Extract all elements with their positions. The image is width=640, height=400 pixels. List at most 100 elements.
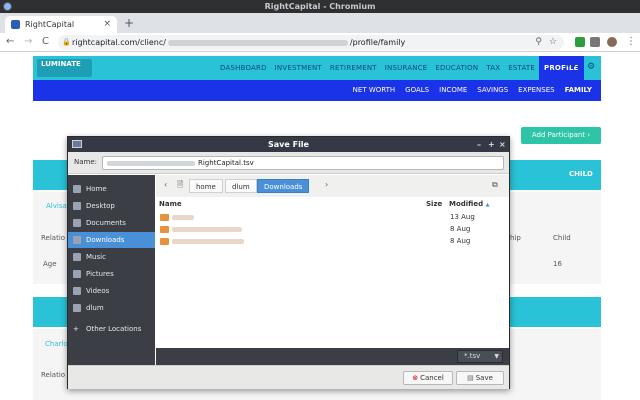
file-row[interactable]: 13 Aug — [156, 211, 509, 223]
profile-avatar[interactable] — [607, 37, 617, 47]
subnav-item-family[interactable]: FAMILY — [559, 80, 597, 103]
age-value: 16 — [553, 260, 562, 268]
nav-item-tax[interactable]: TAX — [482, 56, 504, 80]
place-home[interactable]: Home — [68, 181, 155, 197]
place-label: Desktop — [86, 202, 115, 210]
child-header: CHILD — [569, 170, 593, 178]
file-type-filter[interactable]: *.tsv ▼ — [457, 350, 503, 363]
subnav-item-goals[interactable]: GOALS — [400, 80, 434, 103]
gear-icon[interactable]: ⚙ — [587, 62, 595, 72]
address-bar[interactable]: 🔒 rightcapital.com/clienc/ /profile/famil… — [58, 35, 564, 50]
place-pictures[interactable]: Pictures — [68, 266, 155, 282]
column-modified[interactable]: Modified ▲ — [449, 200, 489, 208]
nav-item-dashboard[interactable]: DASHBOARD — [216, 56, 271, 80]
path-crumb-downloads[interactable]: Downloads — [257, 179, 310, 193]
nav-item-investment[interactable]: INVESTMENT — [271, 56, 326, 80]
relationship-label-2: Relatio — [41, 371, 66, 379]
relationship-value: Child — [553, 234, 571, 242]
add-participant-button[interactable]: Add Participant › — [521, 127, 601, 144]
browser-toolbar: ← → C 🔒 rightcapital.com/clienc/ /profile… — [0, 33, 640, 52]
luminate-logo[interactable]: LUMINATE — [37, 59, 92, 77]
places-sidebar: Home Desktop Documents Downloads Music Pictur… — [68, 175, 155, 372]
desktop-folder-icon — [73, 202, 81, 210]
place-music[interactable]: Music — [68, 249, 155, 265]
window-titlebar: RightCapital - Chromium — [0, 0, 640, 13]
place-label: Pictures — [86, 270, 114, 278]
place-label: Music — [86, 253, 106, 261]
file-list: Name Size Modified ▲ 13 Aug 8 Aug 8 Aug — [156, 197, 509, 348]
place-label: dlum — [86, 304, 104, 312]
column-name[interactable]: Name — [159, 200, 182, 208]
place-label: Videos — [86, 287, 110, 295]
place-label: Other Locations — [86, 325, 142, 333]
filename-input[interactable]: RightCapital.tsv — [102, 156, 504, 170]
path-right-arrow-icon[interactable]: › — [325, 180, 328, 189]
save-button[interactable]: ▤ Save — [456, 371, 504, 385]
downloads-folder-icon — [73, 236, 81, 244]
filename-text: RightCapital.tsv — [198, 159, 254, 167]
path-crumb-dlum[interactable]: dlum — [225, 179, 257, 193]
cancel-button[interactable]: ⊗ Cancel — [403, 371, 453, 385]
reload-icon[interactable]: C — [42, 36, 49, 48]
more-icon[interactable]: ••• — [566, 62, 582, 72]
nav-item-insurance[interactable]: INSURANCE — [381, 56, 432, 80]
participant-name[interactable]: Alvisa — [46, 202, 67, 210]
place-other-locations[interactable]: + Other Locations — [68, 321, 155, 337]
chevron-down-icon: ▼ — [494, 353, 499, 360]
subnav-item-income[interactable]: INCOME — [434, 80, 472, 103]
file-row[interactable]: 8 Aug — [156, 235, 509, 247]
path-left-arrow-icon[interactable]: ‹ — [164, 180, 167, 189]
browser-menu-icon[interactable]: ⋮ — [626, 36, 636, 48]
folder-icon — [160, 214, 169, 221]
save-icon: ▤ — [467, 374, 474, 382]
save-file-dialog: Save File – + × Name: RightCapital.tsv H… — [67, 136, 510, 389]
rightcapital-favicon-icon — [11, 20, 20, 29]
bookmark-star-icon[interactable]: ☆ — [549, 35, 557, 50]
browser-tab[interactable]: RightCapital × — [5, 16, 117, 33]
back-icon[interactable]: ← — [6, 36, 14, 48]
place-label: Home — [86, 185, 107, 193]
subnav-item-net-worth[interactable]: NET WORTH — [348, 80, 401, 103]
file-name-redacted — [172, 227, 242, 232]
subnav-item-expenses[interactable]: EXPENSES — [513, 80, 559, 103]
place-documents[interactable]: Documents — [68, 215, 155, 231]
music-folder-icon — [73, 253, 81, 261]
window-title: RightCapital - Chromium — [264, 2, 376, 11]
search-icon[interactable]: ⚲ — [535, 35, 542, 50]
extension-s-icon[interactable] — [575, 37, 585, 47]
nav-item-education[interactable]: EDUCATION — [431, 56, 482, 80]
sub-nav: NET WORTH GOALS INCOME SAVINGS EXPENSES FAMIL… — [33, 80, 601, 103]
maximize-icon[interactable]: + — [488, 137, 495, 152]
extensions-puzzle-icon[interactable] — [590, 37, 600, 47]
file-modified: 8 Aug — [450, 225, 471, 233]
place-videos[interactable]: Videos — [68, 283, 155, 299]
nav-item-estate[interactable]: ESTATE — [504, 56, 539, 80]
nav-item-retirement[interactable]: RETIREMENT — [326, 56, 381, 80]
dialog-footer: ⊗ Cancel ▤ Save — [68, 365, 509, 389]
screen: RightCapital - Chromium RightCapital × +… — [0, 0, 640, 400]
tab-close-icon[interactable]: × — [103, 16, 111, 33]
file-row[interactable]: 8 Aug — [156, 223, 509, 235]
forward-icon[interactable]: → — [24, 36, 32, 48]
place-downloads[interactable]: Downloads — [68, 232, 155, 248]
documents-folder-icon — [73, 219, 81, 227]
name-row: Name: RightCapital.tsv — [68, 152, 509, 174]
drive-icon[interactable]: 🗎 — [177, 179, 183, 193]
participant-name-2[interactable]: Charlo — [45, 340, 68, 348]
pictures-folder-icon — [73, 270, 81, 278]
close-icon[interactable]: × — [499, 137, 506, 152]
new-tab-button[interactable]: + — [124, 16, 134, 30]
relationship-label-tail: hip — [510, 234, 521, 242]
new-folder-icon[interactable]: ⧉ — [492, 180, 498, 190]
videos-folder-icon — [73, 287, 81, 295]
app-header: LUMINATE DASHBOARD INVESTMENT RETIREMENT IN… — [33, 56, 601, 80]
minimize-icon[interactable]: – — [477, 137, 481, 152]
path-crumb-home[interactable]: home — [189, 179, 223, 193]
column-size[interactable]: Size — [426, 200, 442, 208]
place-dlum[interactable]: dlum — [68, 300, 155, 316]
place-label: Downloads — [86, 236, 125, 244]
plus-icon: + — [73, 325, 79, 333]
subnav-item-savings[interactable]: SAVINGS — [472, 80, 513, 103]
relationship-label: Relatio — [41, 234, 66, 242]
place-desktop[interactable]: Desktop — [68, 198, 155, 214]
